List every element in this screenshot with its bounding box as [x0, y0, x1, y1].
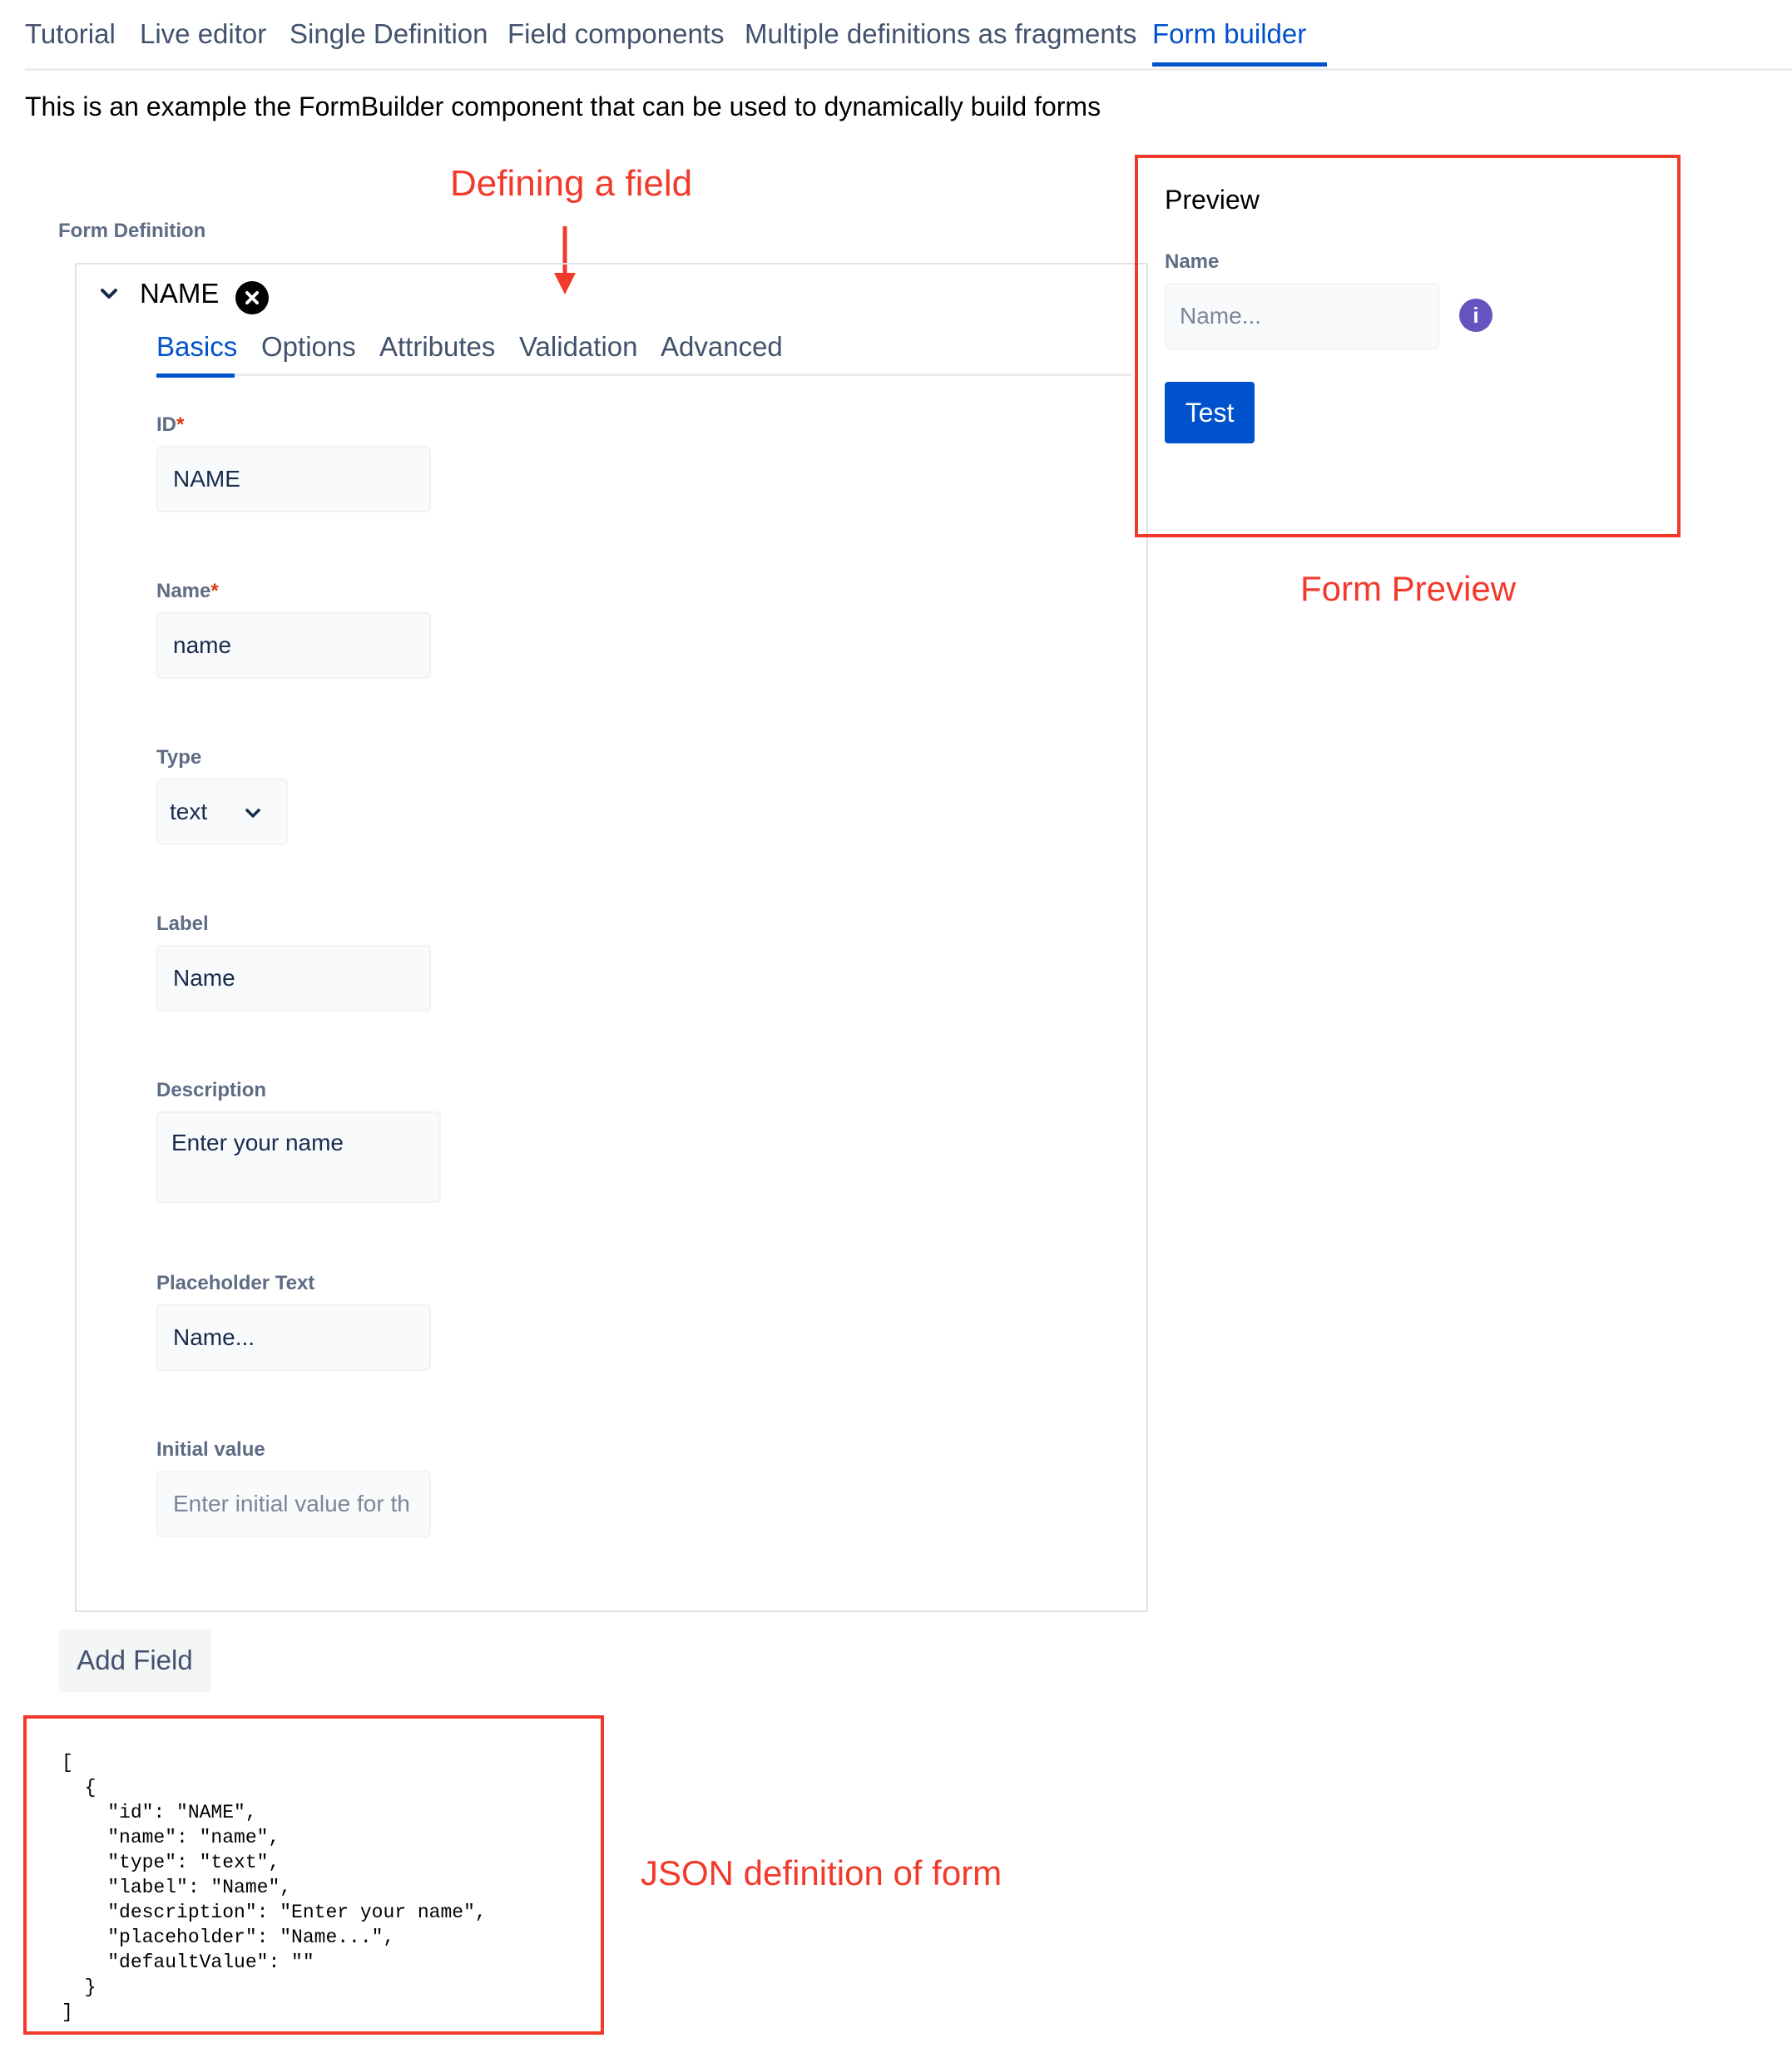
name-input[interactable]: name — [156, 612, 431, 679]
tab-validation[interactable]: Validation — [519, 331, 638, 363]
id-label: ID* — [156, 413, 184, 437]
tab-attributes[interactable]: Attributes — [379, 331, 495, 363]
required-marker: * — [176, 413, 185, 436]
top-tab-bar: Tutorial Live editor Single Definition F… — [25, 0, 1792, 71]
remove-field-icon[interactable] — [235, 280, 270, 315]
chevron-down-icon[interactable] — [100, 288, 118, 301]
inner-tab-indicator — [156, 373, 235, 378]
tab-form-builder[interactable]: Form builder — [1152, 18, 1306, 50]
chevron-down-icon — [245, 809, 260, 818]
inner-tab-divider — [156, 373, 1131, 376]
type-select-value: text — [170, 799, 208, 824]
tab-tutorial[interactable]: Tutorial — [25, 18, 116, 50]
id-input[interactable]: NAME — [156, 446, 431, 512]
description-textarea[interactable]: Enter your name — [156, 1111, 441, 1203]
id-label-text: ID — [156, 413, 176, 436]
info-icon[interactable]: i — [1459, 299, 1493, 332]
json-output: [ { "id": "NAME", "name": "name", "type"… — [62, 1752, 487, 2023]
type-label: Type — [156, 746, 202, 769]
description-label: Description — [156, 1079, 267, 1101]
label-label: Label — [156, 913, 209, 935]
preview-title: Preview — [1165, 185, 1260, 215]
tab-advanced[interactable]: Advanced — [661, 331, 783, 363]
name-label-text: Name — [156, 580, 211, 602]
type-select[interactable]: text — [156, 779, 288, 845]
annotation-json-definition: JSON definition of form — [641, 1853, 1002, 1892]
tab-single-definition[interactable]: Single Definition — [290, 18, 488, 50]
tab-options[interactable]: Options — [261, 331, 356, 363]
json-definition-box: [ { "id": "NAME", "name": "name", "type"… — [23, 1715, 604, 2035]
placeholder-label: Placeholder Text — [156, 1272, 315, 1294]
test-button[interactable]: Test — [1165, 382, 1255, 443]
field-title: NAME — [140, 278, 220, 309]
annotation-form-preview: Form Preview — [1300, 569, 1517, 608]
required-marker: * — [210, 580, 219, 602]
tab-field-components[interactable]: Field components — [507, 18, 724, 50]
add-field-button[interactable]: Add Field — [58, 1629, 211, 1692]
active-tab-indicator — [1152, 62, 1327, 67]
label-input[interactable]: Name — [156, 945, 431, 1012]
name-label: Name* — [156, 580, 219, 603]
annotation-defining-field: Defining a field — [450, 163, 693, 204]
initial-value-label: Initial value — [156, 1438, 265, 1461]
form-definition-label: Form Definition — [58, 220, 206, 242]
info-icon-glyph: i — [1473, 302, 1479, 328]
preview-field-label: Name — [1165, 250, 1220, 273]
initial-value-input[interactable]: Enter initial value for th — [156, 1471, 431, 1537]
intro-text: This is an example the FormBuilder compo… — [25, 92, 1101, 121]
tab-live-editor[interactable]: Live editor — [140, 18, 266, 50]
tab-multiple-definitions[interactable]: Multiple definitions as fragments — [745, 18, 1136, 50]
tab-basics[interactable]: Basics — [156, 331, 237, 363]
placeholder-input[interactable]: Name... — [156, 1304, 431, 1371]
preview-name-input[interactable]: Name... — [1165, 283, 1439, 349]
